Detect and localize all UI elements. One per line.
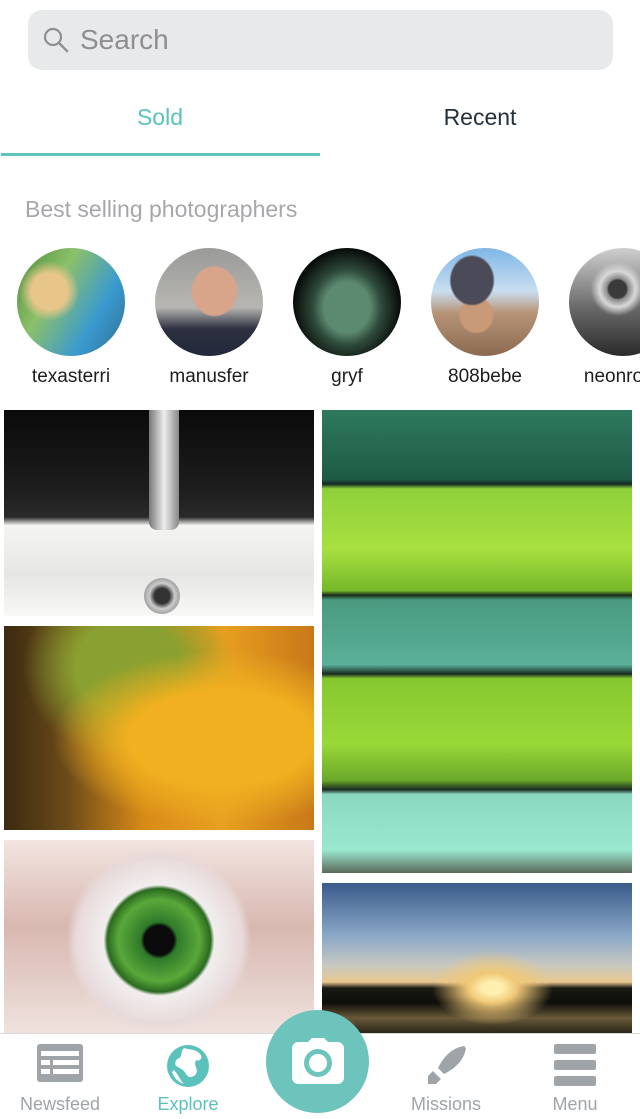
photo-green-towels[interactable]: [322, 410, 632, 873]
rocket-icon: [428, 1046, 466, 1084]
faucet: [149, 410, 179, 530]
photographer-name: gryf: [331, 366, 363, 387]
tab-bar: Sold Recent: [0, 96, 640, 158]
photographer-item[interactable]: texasterri: [2, 248, 140, 388]
photographer-name: manusfer: [169, 366, 249, 387]
photographer-name: texasterri: [31, 366, 111, 387]
avatar: [17, 248, 125, 356]
nav-newsfeed[interactable]: Newsfeed: [0, 1034, 124, 1119]
photographer-item[interactable]: gryf: [278, 248, 416, 388]
photographer-name: 808bebe: [448, 366, 522, 387]
search-icon: [43, 27, 69, 53]
photographer-name: neonrock: [583, 366, 640, 387]
nav-explore[interactable]: Explore: [124, 1034, 252, 1119]
camera-icon: [292, 1038, 344, 1084]
photo-autumn-tree[interactable]: [4, 626, 314, 830]
photographer-item[interactable]: 808bebe: [416, 248, 554, 388]
photo-green-eye[interactable]: [4, 840, 314, 1033]
avatar: [431, 248, 539, 356]
nav-label: Newsfeed: [19, 1094, 101, 1114]
tab-sold[interactable]: Sold: [0, 96, 320, 138]
section-title: Best selling photographers: [25, 196, 298, 222]
newsfeed-icon: [37, 1044, 83, 1082]
drain: [144, 578, 180, 614]
menu-icon: [554, 1044, 596, 1086]
avatar: [293, 248, 401, 356]
globe-icon: [167, 1045, 209, 1087]
photographer-item[interactable]: manusfer: [140, 248, 278, 388]
photographers-carousel[interactable]: texasterri manusfer gryf 808bebe neonroc…: [0, 248, 640, 393]
avatar: [155, 248, 263, 356]
active-tab-indicator: [1, 153, 320, 156]
photographer-item[interactable]: neonrock: [554, 248, 640, 388]
nav-label: Missions: [410, 1094, 481, 1114]
search-input[interactable]: [80, 24, 580, 56]
avatar: [569, 248, 640, 356]
camera-button[interactable]: [266, 1010, 369, 1113]
nav-menu[interactable]: Menu: [511, 1034, 639, 1119]
photo-sink[interactable]: [4, 410, 314, 616]
nav-missions[interactable]: Missions: [382, 1034, 510, 1119]
nav-label: Menu: [552, 1094, 598, 1114]
search-bar[interactable]: [28, 10, 613, 70]
photo-lake-sunset[interactable]: [322, 883, 632, 1033]
tab-recent[interactable]: Recent: [320, 96, 640, 138]
nav-label: Explore: [157, 1094, 219, 1114]
